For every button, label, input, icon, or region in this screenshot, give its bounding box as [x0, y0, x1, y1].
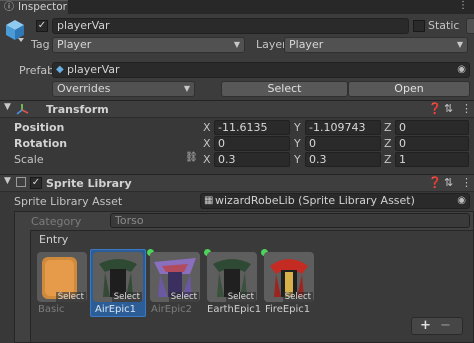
tab-inspector[interactable]: ⓘ Inspector — [0, 0, 68, 14]
select-button[interactable]: Select — [221, 81, 348, 97]
remove-entry-button[interactable]: − — [440, 318, 451, 333]
overrides-label: Overrides — [57, 82, 111, 95]
select-badge[interactable]: Select — [282, 292, 313, 302]
entry-label: Entry — [39, 233, 69, 246]
sprite-library-header[interactable]: ▼ ✓ Sprite Library ❓ ⇅ ⋮ — [0, 174, 474, 192]
link-icon[interactable]: ⛓ — [185, 152, 198, 163]
axis-z-label: Z — [384, 137, 392, 150]
entry-name: AirEpic2 — [151, 304, 193, 315]
chevron-down-icon: ▼ — [233, 40, 240, 49]
entry-tile-airepic1[interactable]: Select — [93, 252, 143, 302]
position-z-field[interactable]: 0 — [395, 120, 469, 135]
prefab-value: playerVar — [67, 63, 120, 76]
static-dropdown[interactable] — [466, 18, 474, 34]
axis-x-label: X — [203, 137, 211, 150]
tag-value: Player — [57, 38, 92, 51]
prefab-icon: ◆ — [56, 64, 64, 75]
select-badge[interactable]: Select — [225, 292, 256, 302]
sprite-library-title: Sprite Library — [46, 177, 132, 190]
component-menu-icon[interactable]: ⋮ — [461, 176, 472, 189]
axis-z-label: Z — [384, 153, 392, 166]
chevron-down-icon: ▼ — [183, 84, 190, 93]
gameobject-header: ✓ playerVar Static Tag Player ▼ Layer Pl… — [0, 14, 474, 101]
sprite-library-enabled-checkbox[interactable]: ✓ — [30, 177, 42, 189]
scale-label: Scale — [14, 153, 44, 166]
overrides-dropdown[interactable]: Overrides ▼ — [52, 81, 195, 97]
layer-label: Layer — [256, 38, 287, 51]
help-icon[interactable]: ❓ — [428, 102, 442, 115]
help-icon[interactable]: ❓ — [428, 176, 442, 189]
select-badge[interactable]: Select — [168, 292, 199, 302]
active-checkbox[interactable]: ✓ — [36, 20, 48, 32]
rotation-label: Rotation — [14, 137, 68, 150]
transform-axes-icon — [16, 104, 29, 115]
prefab-cube-icon[interactable] — [4, 18, 26, 44]
object-picker-icon[interactable]: ◉ — [457, 63, 466, 77]
static-checkbox[interactable] — [413, 20, 425, 32]
transform-title: Transform — [46, 103, 109, 116]
component-menu-icon[interactable]: ⋮ — [461, 102, 472, 115]
axis-x-label: X — [203, 153, 211, 166]
scale-z-field[interactable]: 1 — [395, 152, 469, 167]
transform-header[interactable]: ▼ Transform ❓ ⇅ ⋮ — [0, 100, 474, 118]
chevron-down-icon: ▼ — [456, 40, 463, 49]
asset-icon: ▦ — [204, 195, 214, 206]
rotation-z-field[interactable]: 0 — [395, 136, 469, 151]
entry-name: AirEpic1 — [95, 304, 137, 315]
rotation-x-field[interactable]: 0 — [214, 136, 290, 151]
axis-y-label: Y — [294, 153, 301, 166]
foldout-arrow-icon[interactable]: ▼ — [4, 102, 11, 112]
more-options-icon[interactable]: ⋮ — [458, 0, 468, 12]
entry-name: EarthEpic1 — [207, 304, 262, 315]
tab-bar: ⓘ Inspector ⋮ — [0, 0, 474, 14]
position-label: Position — [14, 121, 65, 134]
category-label: Category — [31, 215, 82, 228]
axis-y-label: Y — [294, 137, 301, 150]
sprite-library-asset-label: Sprite Library Asset — [14, 195, 123, 208]
entry-tile-basic[interactable]: Select — [37, 252, 87, 302]
add-entry-button[interactable]: + — [420, 318, 431, 333]
preset-sliders-icon[interactable]: ⇅ — [444, 102, 453, 115]
open-button[interactable]: Open — [348, 81, 470, 97]
scale-y-field[interactable]: 0.3 — [305, 152, 381, 167]
entry-tile-earthepic1[interactable]: Select — [207, 252, 257, 302]
list-footer — [411, 317, 463, 335]
position-y-field[interactable]: -1.109743 — [305, 120, 381, 135]
axis-x-label: X — [203, 121, 211, 134]
preset-sliders-icon[interactable]: ⇅ — [444, 176, 453, 189]
select-badge[interactable]: Select — [55, 292, 86, 302]
axis-z-label: Z — [384, 121, 392, 134]
category-field[interactable]: Torso — [110, 213, 470, 228]
info-icon: ⓘ — [4, 2, 14, 13]
rotation-y-field[interactable]: 0 — [305, 136, 381, 151]
name-field[interactable]: playerVar — [52, 18, 409, 34]
position-x-field[interactable]: -11.6135 — [214, 120, 290, 135]
select-badge[interactable]: Select — [111, 292, 142, 302]
layer-dropdown[interactable]: Player ▼ — [284, 37, 468, 53]
sprite-library-asset-field[interactable]: ▦ wizardRobeLib (Sprite Library Asset) ◉ — [200, 193, 470, 209]
tag-dropdown[interactable]: Player ▼ — [52, 37, 245, 53]
sprite-library-asset-value: wizardRobeLib (Sprite Library Asset) — [215, 194, 415, 207]
entry-name: FireEpic1 — [265, 304, 311, 315]
entry-tile-airepic2[interactable]: Select — [150, 252, 200, 302]
entry-tile-fireepic1[interactable]: Select — [264, 252, 314, 302]
sprite-library-icon — [16, 177, 26, 187]
scale-x-field[interactable]: 0.3 — [214, 152, 290, 167]
axis-y-label: Y — [294, 121, 301, 134]
entry-name: Basic — [38, 304, 65, 315]
prefab-field[interactable]: ◆ playerVar ◉ — [52, 62, 470, 78]
prefab-label: Prefab — [19, 64, 55, 77]
static-label: Static — [428, 19, 460, 32]
object-picker-icon[interactable]: ◉ — [457, 194, 466, 208]
foldout-arrow-icon[interactable]: ▼ — [4, 176, 11, 186]
tag-label: Tag — [31, 38, 50, 51]
layer-value: Player — [289, 38, 324, 51]
tab-inspector-label: Inspector — [18, 1, 67, 13]
